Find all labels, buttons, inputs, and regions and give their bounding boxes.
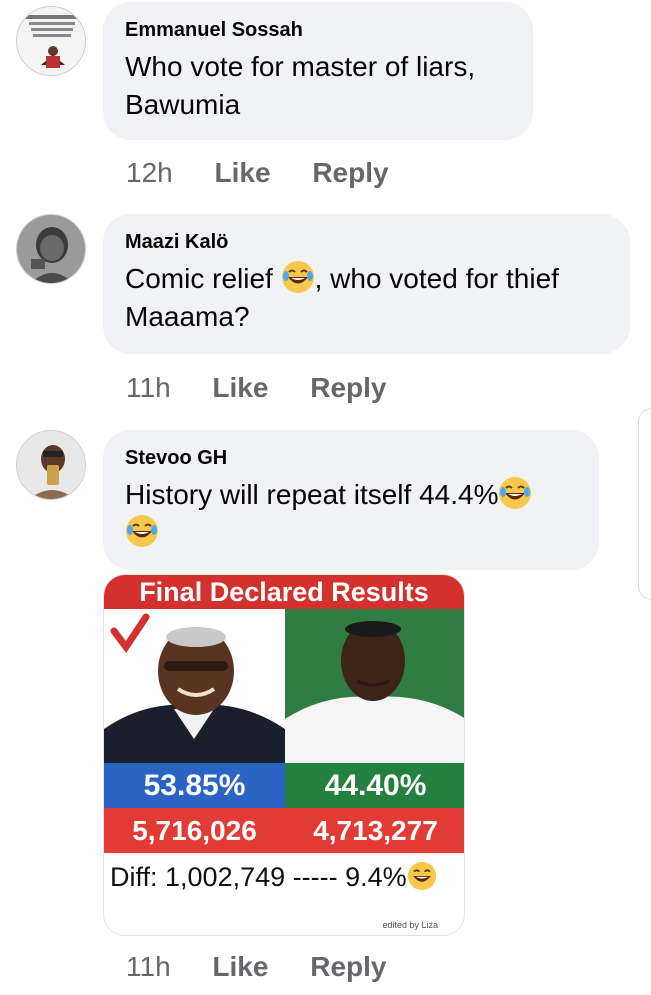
- comment-time[interactable]: 11h: [126, 951, 171, 982]
- comment-text-part: , who voted for thief: [314, 263, 559, 294]
- comment-actions: 12h Like Reply: [126, 155, 389, 191]
- avatar-emmanuel[interactable]: [16, 6, 86, 76]
- comment-actions: 11h Like Reply: [126, 949, 386, 985]
- candidate-portrait-icon: [104, 613, 285, 763]
- comment-author[interactable]: Emmanuel Sossah: [125, 18, 511, 42]
- like-button[interactable]: Like: [212, 372, 268, 403]
- comment-text: Comic relief , who voted for thief Maaam…: [125, 260, 608, 336]
- comment-text-line: Who vote for master of liars,: [125, 51, 476, 82]
- candidate-photo-right: [285, 609, 464, 763]
- comment-text-line: Comic relief , who voted for thief: [125, 260, 608, 298]
- comment-text-part: History will repeat itself 44.4%: [125, 479, 499, 510]
- comment-text-line: History will repeat itself 44.4%: [125, 476, 577, 514]
- profile-photo-icon: [17, 431, 85, 499]
- avatar-stevoo[interactable]: [16, 430, 86, 500]
- reply-button[interactable]: Reply: [310, 372, 386, 403]
- comment-text-part: Comic relief: [125, 263, 281, 294]
- grinning-emoji-icon: [407, 861, 436, 891]
- left-percentage: 53.85%: [104, 763, 285, 808]
- vote-difference: Diff: 1,002,749 ----- 9.4%: [104, 855, 464, 899]
- comment-text: Who vote for master of liars, Bawumia: [125, 48, 511, 124]
- profile-photo-icon: [17, 215, 85, 283]
- diff-text: Diff: 1,002,749 ----- 9.4%: [110, 862, 407, 892]
- results-title: Final Declared Results: [104, 575, 464, 609]
- like-button[interactable]: Like: [212, 951, 268, 982]
- candidate-photo-left: [104, 609, 285, 763]
- candidate-portrait-icon: [285, 621, 464, 763]
- comment-actions: 11h Like Reply: [126, 370, 386, 406]
- laughing-tears-emoji-icon: [281, 261, 314, 293]
- comment-time[interactable]: 11h: [126, 372, 171, 403]
- comment-bubble: Emmanuel Sossah Who vote for master of l…: [103, 2, 533, 140]
- reply-button[interactable]: Reply: [312, 157, 388, 188]
- comment-text-line: Bawumia: [125, 89, 241, 120]
- comment-text: History will repeat itself 44.4%: [125, 476, 577, 552]
- laughing-tears-emoji-icon: [499, 477, 532, 509]
- right-percentage: 44.40%: [285, 763, 464, 808]
- laughing-tears-emoji-icon: [126, 515, 158, 547]
- like-button[interactable]: Like: [215, 157, 271, 188]
- comment-author[interactable]: Stevoo GH: [125, 446, 577, 470]
- profile-photo-icon: [17, 7, 85, 75]
- election-results-image[interactable]: Final Declared Results 53.85% 44.40% 5,7…: [103, 574, 465, 936]
- comment-text-line: Maaama?: [125, 301, 250, 332]
- reply-button[interactable]: Reply: [310, 951, 386, 982]
- comment-time[interactable]: 12h: [126, 157, 173, 188]
- comment-bubble: Maazi Kalö Comic relief , who voted for …: [103, 214, 630, 354]
- side-card-edge: [638, 408, 651, 600]
- left-votes: 5,716,026: [132, 815, 257, 846]
- avatar-maazi[interactable]: [16, 214, 86, 284]
- comment-text-line: [125, 514, 577, 552]
- comment-bubble: Stevoo GH History will repeat itself 44.…: [103, 430, 599, 570]
- edited-by-caption: edited by Liza: [382, 920, 438, 930]
- right-votes: 4,713,277: [313, 815, 438, 846]
- votes-bar: 5,716,026 4,713,277: [104, 808, 464, 853]
- comment-author[interactable]: Maazi Kalö: [125, 230, 608, 254]
